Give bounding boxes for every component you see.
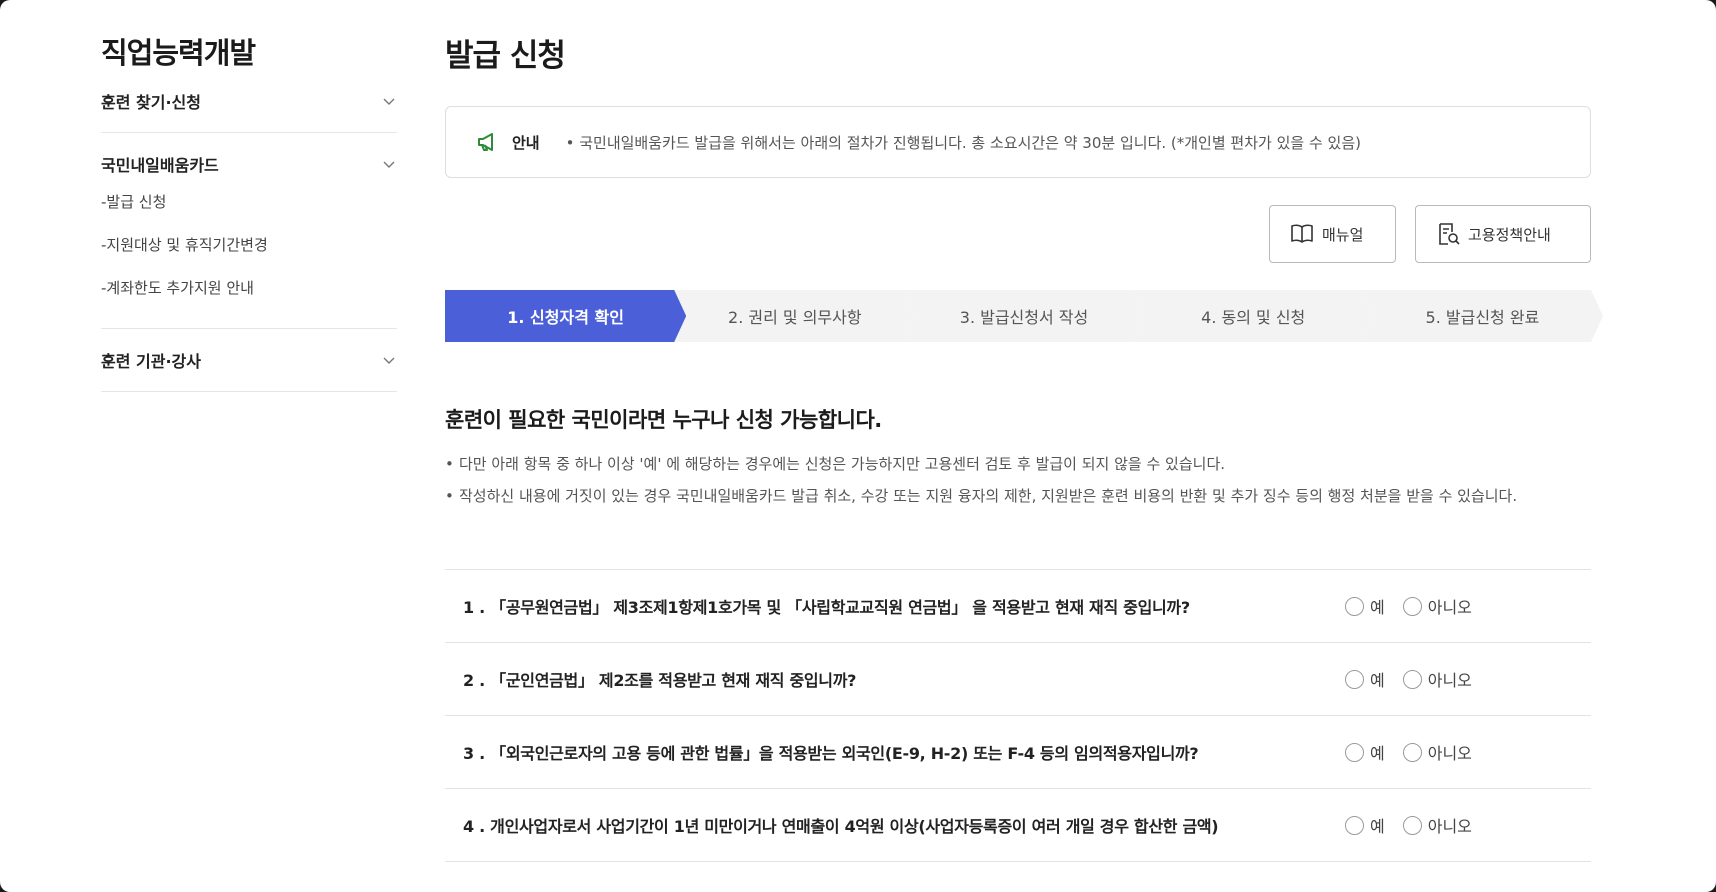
radio-circle[interactable] (1345, 742, 1364, 762)
radio-circle[interactable] (1345, 596, 1364, 616)
action-buttons: 매뉴얼 고용정책안내 (445, 205, 1591, 263)
notice-text: • 국민내일배움카드 발급을 위해서는 아래의 절차가 진행됩니다. 총 소요시… (565, 133, 1361, 152)
question-text: 4 . 개인사업자로서 사업기간이 1년 미만이거나 연매출이 4억원 이상(사… (463, 817, 1219, 836)
radio-no[interactable]: 아니오 (1402, 667, 1472, 691)
radio-yes-label: 예 (1370, 744, 1385, 763)
sidebar-group-card: 국민내일배움카드 -발급 신청 -지원대상 및 휴직기간변경 -계좌한도 추가지… (101, 133, 397, 329)
policy-guide-button-label: 고용정책안내 (1468, 225, 1551, 244)
question-row: 2 . 「군인연금법」 제2조를 적용받고 현재 재직 중입니까? 예 아니오 (445, 643, 1591, 716)
notice-label: 안내 (512, 133, 540, 152)
radio-yes-label: 예 (1370, 817, 1385, 836)
radio-no-label: 아니오 (1427, 817, 1472, 836)
megaphone-icon (478, 133, 493, 151)
radio-circle[interactable] (1402, 596, 1422, 616)
step-1: 1. 신청자격 확인 (445, 290, 686, 342)
step-2: 2. 권리 및 의무사항 (674, 290, 915, 342)
sidebar-subitem-limit[interactable]: -계좌한도 추가지원 안내 (101, 267, 397, 310)
step-3: 3. 발급신청서 작성 (903, 290, 1144, 342)
section-headline: 훈련이 필요한 국민이라면 누구나 신청 가능합니다. (445, 408, 882, 432)
radio-circle[interactable] (1345, 669, 1364, 689)
radio-yes-label: 예 (1370, 671, 1385, 690)
step-4: 4. 동의 및 신청 (1133, 290, 1374, 342)
radio-no-label: 아니오 (1427, 744, 1472, 763)
answer-radios: 예 아니오 (1345, 594, 1472, 618)
sidebar: 직업능력개발 훈련 찾기·신청 국민내일배움카드 -발급 신청 -지원대상 및 … (101, 30, 397, 392)
question-row: 3 . 「외국인근로자의 고용 등에 관한 법률」을 적용받는 외국인(E-9,… (445, 716, 1591, 789)
sidebar-item-institutions[interactable]: 훈련 기관·강사 (101, 329, 397, 391)
radio-yes[interactable]: 예 (1345, 594, 1385, 618)
book-icon (1291, 224, 1313, 243)
sidebar-group-institutions: 훈련 기관·강사 (101, 329, 397, 392)
info-bullets: 다만 아래 항목 중 하나 이상 '예' 에 해당하는 경우에는 신청은 가능하… (445, 448, 1591, 512)
answer-radios: 예 아니오 (1345, 667, 1472, 691)
notice-box: 안내 • 국민내일배움카드 발급을 위해서는 아래의 절차가 진행됩니다. 총 … (445, 106, 1591, 178)
radio-circle[interactable] (1402, 669, 1422, 689)
sidebar-item-label: 훈련 기관·강사 (101, 352, 201, 371)
progress-steps: 1. 신청자격 확인 2. 권리 및 의무사항 3. 발급신청서 작성 4. 동… (445, 290, 1591, 342)
chevron-down-icon (383, 98, 395, 105)
manual-button-label: 매뉴얼 (1322, 225, 1364, 244)
radio-no[interactable]: 아니오 (1402, 813, 1472, 837)
info-bullet: 작성하신 내용에 거짓이 있는 경우 국민내일배움카드 발급 취소, 수강 또는… (445, 480, 1591, 512)
question-text: 2 . 「군인연금법」 제2조를 적용받고 현재 재직 중입니까? (463, 671, 857, 690)
policy-guide-button[interactable]: 고용정책안내 (1415, 205, 1591, 263)
step-5: 5. 발급신청 완료 (1362, 290, 1603, 342)
question-text: 3 . 「외국인근로자의 고용 등에 관한 법률」을 적용받는 외국인(E-9,… (463, 744, 1199, 763)
document-search-icon (1439, 223, 1460, 245)
chevron-down-icon (383, 161, 395, 168)
radio-circle[interactable] (1345, 815, 1364, 835)
sidebar-item-label: 훈련 찾기·신청 (101, 93, 201, 112)
question-row: 1 . 「공무원연금법」 제3조제1항제1호가목 및 「사립학교교직원 연금법」… (445, 570, 1591, 643)
sidebar-group-training-search: 훈련 찾기·신청 (101, 70, 397, 133)
sidebar-item-training-search[interactable]: 훈련 찾기·신청 (101, 70, 397, 132)
answer-radios: 예 아니오 (1345, 740, 1472, 764)
sidebar-item-label: 국민내일배움카드 (101, 156, 219, 175)
page-title: 발급 신청 (445, 38, 566, 74)
radio-no[interactable]: 아니오 (1402, 740, 1472, 764)
main-content: 발급 신청 안내 • 국민내일배움카드 발급을 위해서는 아래의 절차가 진행됩… (445, 30, 1591, 862)
radio-circle[interactable] (1402, 815, 1422, 835)
radio-yes-label: 예 (1370, 598, 1385, 617)
info-bullet: 다만 아래 항목 중 하나 이상 '예' 에 해당하는 경우에는 신청은 가능하… (445, 448, 1591, 480)
radio-no[interactable]: 아니오 (1402, 594, 1472, 618)
radio-circle[interactable] (1402, 742, 1422, 762)
sidebar-title: 직업능력개발 (101, 36, 256, 70)
answer-radios: 예 아니오 (1345, 813, 1472, 837)
question-list: 1 . 「공무원연금법」 제3조제1항제1호가목 및 「사립학교교직원 연금법」… (445, 569, 1591, 862)
radio-yes[interactable]: 예 (1345, 813, 1385, 837)
radio-yes[interactable]: 예 (1345, 667, 1385, 691)
question-text: 1 . 「공무원연금법」 제3조제1항제1호가목 및 「사립학교교직원 연금법」… (463, 598, 1190, 617)
chevron-down-icon (383, 357, 395, 364)
sidebar-subitem-issue[interactable]: -발급 신청 (101, 181, 397, 224)
radio-yes[interactable]: 예 (1345, 740, 1385, 764)
manual-button[interactable]: 매뉴얼 (1269, 205, 1396, 263)
radio-no-label: 아니오 (1427, 671, 1472, 690)
question-row: 4 . 개인사업자로서 사업기간이 1년 미만이거나 연매출이 4억원 이상(사… (445, 789, 1591, 862)
radio-no-label: 아니오 (1427, 598, 1472, 617)
sidebar-subitem-eligibility[interactable]: -지원대상 및 휴직기간변경 (101, 224, 397, 267)
sidebar-submenu: -발급 신청 -지원대상 및 휴직기간변경 -계좌한도 추가지원 안내 (101, 181, 397, 328)
page: 직업능력개발 훈련 찾기·신청 국민내일배움카드 -발급 신청 -지원대상 및 … (0, 0, 1716, 892)
